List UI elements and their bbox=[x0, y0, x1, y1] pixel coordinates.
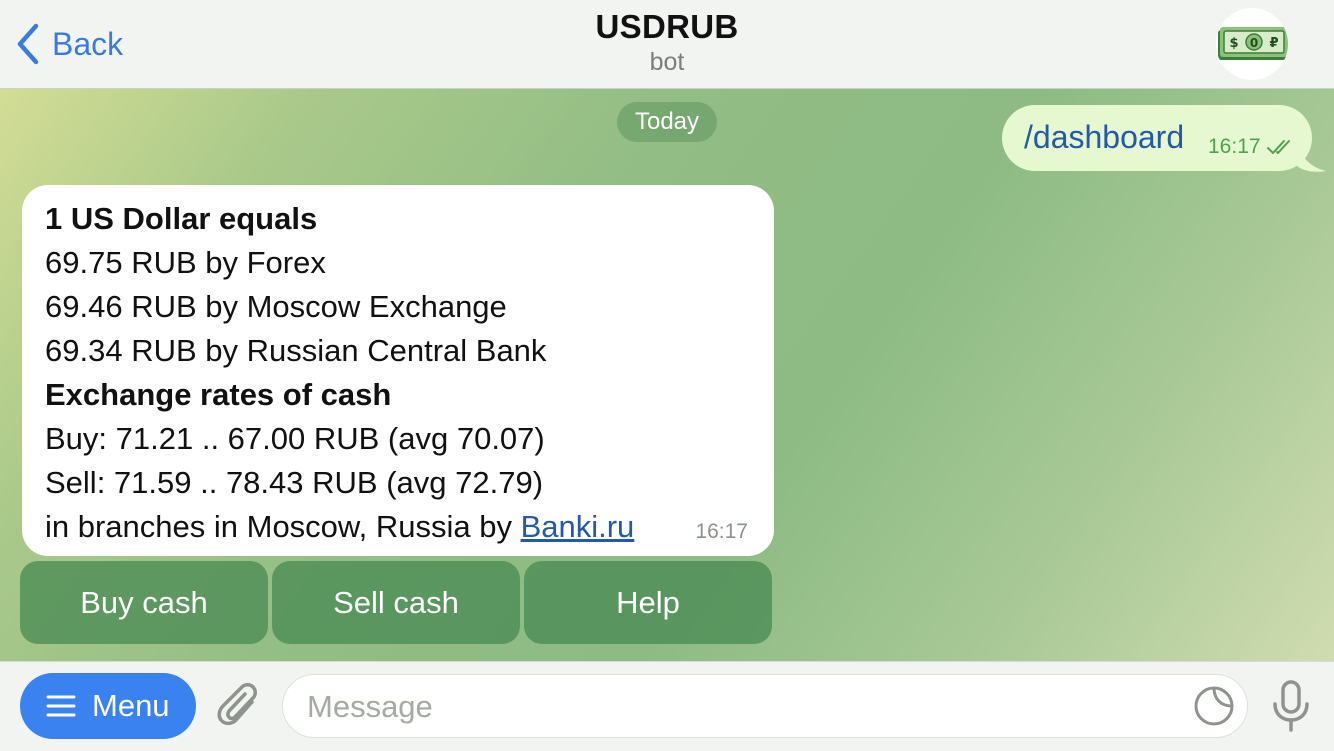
rate-central-bank: 69.34 RUB by Russian Central Bank bbox=[45, 333, 547, 368]
incoming-message-time: 16:17 bbox=[695, 520, 748, 543]
rate-forex: 69.75 RUB by Forex bbox=[45, 245, 326, 280]
chat-subtitle: bot bbox=[649, 48, 685, 76]
menu-button[interactable]: Menu bbox=[20, 673, 196, 739]
chat-title-block[interactable]: USDRUB bot bbox=[0, 8, 1334, 77]
cash-rates-heading: Exchange rates of cash bbox=[45, 377, 392, 412]
hamburger-icon bbox=[46, 695, 76, 717]
svg-text:$: $ bbox=[1229, 36, 1238, 51]
microphone-icon[interactable] bbox=[1268, 678, 1314, 734]
message-heading: 1 US Dollar equals bbox=[45, 201, 318, 236]
double-check-icon bbox=[1266, 140, 1290, 154]
menu-label: Menu bbox=[92, 688, 170, 723]
buy-cash-button[interactable]: Buy cash bbox=[20, 561, 268, 644]
outgoing-message-meta: 16:17 bbox=[1208, 135, 1297, 159]
paperclip-icon[interactable] bbox=[214, 680, 266, 734]
source-line: in branches in Moscow, Russia by Banki.r… bbox=[45, 505, 754, 549]
chat-header: Back USDRUB bot 0 $ ₽ bbox=[0, 0, 1334, 89]
outgoing-message[interactable]: /dashboard 16:17 bbox=[1002, 105, 1312, 171]
help-button[interactable]: Help bbox=[524, 561, 772, 644]
outgoing-message-time: 16:17 bbox=[1208, 135, 1261, 158]
svg-text:0: 0 bbox=[1250, 36, 1258, 50]
outgoing-bubble-tail bbox=[1296, 139, 1326, 172]
input-bar: Menu bbox=[0, 661, 1334, 751]
cash-buy-rate: Buy: 71.21 .. 67.00 RUB (avg 70.07) bbox=[45, 421, 545, 456]
sticker-icon[interactable] bbox=[1192, 684, 1236, 728]
sell-cash-button[interactable]: Sell cash bbox=[272, 561, 520, 644]
chat-title: USDRUB bbox=[595, 8, 739, 45]
bot-avatar[interactable]: 0 $ ₽ bbox=[1216, 8, 1288, 80]
bot-keyboard: Buy cash Sell cash Help bbox=[20, 561, 772, 644]
chat-area[interactable]: Today /dashboard 16:17 1 US Dollar equal… bbox=[0, 89, 1334, 661]
banki-link[interactable]: Banki.ru bbox=[521, 509, 635, 544]
message-field[interactable] bbox=[282, 674, 1248, 738]
rate-moscow-exchange: 69.46 RUB by Moscow Exchange bbox=[45, 289, 507, 324]
source-line-text: in branches in Moscow, Russia by bbox=[45, 509, 521, 544]
outgoing-message-text: /dashboard bbox=[1024, 119, 1185, 155]
cash-sell-rate: Sell: 71.59 .. 78.43 RUB (avg 72.79) bbox=[45, 465, 544, 500]
date-separator: Today bbox=[617, 102, 717, 142]
svg-text:₽: ₽ bbox=[1269, 36, 1278, 51]
incoming-message[interactable]: 1 US Dollar equals 69.75 RUB by Forex 69… bbox=[22, 185, 774, 556]
message-input[interactable] bbox=[305, 683, 1179, 731]
dollar-ruble-banknote-icon: 0 $ ₽ bbox=[1218, 27, 1288, 60]
